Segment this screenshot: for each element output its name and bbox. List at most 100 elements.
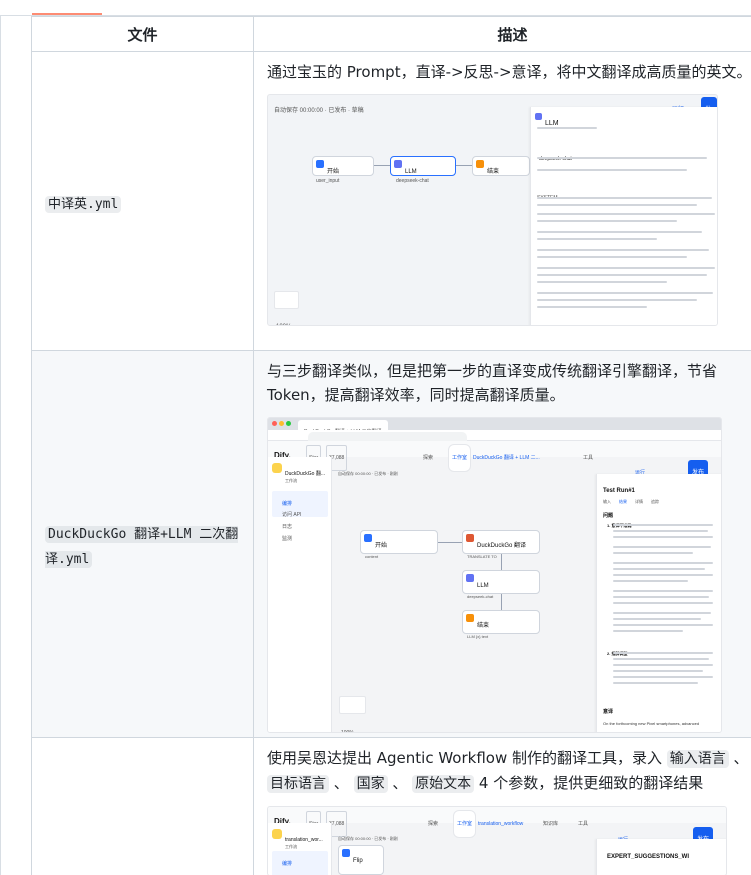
desc-text: 通过宝玉的 Prompt，直译->反思->意译，将中文翻译成高质量的英文。	[267, 63, 751, 81]
file-cell: 中译英.yml	[31, 51, 254, 351]
llm-icon	[466, 574, 474, 582]
nav-explore: 探索	[423, 455, 434, 461]
text-line	[613, 546, 711, 548]
tag-separator: 、	[733, 749, 749, 767]
end-node: 结束	[472, 156, 530, 176]
text-line	[613, 658, 709, 660]
workflow-screenshot: Dify. Star 37,088 探索 工作室 translation_wor…	[267, 806, 727, 875]
text-line	[537, 249, 709, 251]
tag-separator: 、	[333, 774, 349, 792]
ddg-node: DuckDuckGo 翻译 TRANSLATE TO	[462, 530, 540, 559]
result-item: 2. 措辞调整	[607, 651, 627, 656]
text-line	[537, 220, 677, 222]
browser-tabbar: DuckDuckGo 翻译 + LLM 二次翻译	[268, 418, 721, 444]
llm-icon	[394, 160, 402, 168]
edge	[374, 165, 390, 166]
minimap	[339, 696, 366, 714]
autosave-status: 自动保存 00:00:00 · 已发布 · 刚刚	[338, 471, 398, 476]
start-icon	[316, 160, 324, 168]
browser-urlbar: cloud.dify.ai/app/784a11fe-a030-43b6-8ad…	[268, 430, 721, 456]
table-row: DuckDuckGo 翻译+LLM 二次翻译.yml 与三步翻译类似，但是把第一…	[31, 350, 751, 738]
text-line	[537, 306, 647, 308]
nav-studio: 工作室	[453, 810, 477, 838]
nav-app: translation_workflow	[478, 821, 524, 827]
table-row: 使用吴恩达提出 Agentic Workflow 制作的翻译工具，录入 输入语言…	[31, 737, 751, 875]
param-tag: 原始文本	[412, 775, 475, 793]
text-line	[613, 530, 708, 532]
start-var: user_input	[316, 178, 340, 184]
start-icon	[364, 534, 372, 542]
param-tag: 国家	[353, 775, 388, 793]
desc-cell: 与三步翻译类似，但是把第一步的直译变成传统翻译引擎翻译，节省 Token，提高翻…	[253, 350, 751, 738]
end-icon	[466, 614, 474, 622]
end-icon	[476, 160, 484, 168]
start-var: content	[365, 554, 379, 559]
table-header-row: 文件 描述	[31, 16, 751, 52]
app-header: Dify. Star 37,088 探索 工作室 translation_wor…	[268, 807, 726, 838]
node-icon	[342, 849, 350, 857]
panel-title: EXPERT_SUGGESTIONS_WI	[607, 854, 690, 860]
desc-cell: 通过宝玉的 Prompt，直译->反思->意译，将中文翻译成高质量的英文。 自动…	[253, 51, 751, 351]
workflow-node: Flip	[338, 845, 384, 875]
text-line	[613, 618, 701, 620]
text-line	[537, 281, 667, 283]
text-line	[613, 630, 683, 632]
text-line	[613, 574, 713, 576]
app-icon	[272, 463, 282, 473]
app-header: Dify. Star 37,088 探索 工作室 DuckDuckGo 翻译 +…	[268, 441, 721, 472]
table-row: 中译英.yml 通过宝玉的 Prompt，直译->反思->意译，将中文翻译成高质…	[31, 51, 751, 351]
llm-config-panel: LLM deepseek-chat SYSTEM	[530, 107, 717, 325]
node-config-panel: EXPERT_SUGGESTIONS_WI	[596, 839, 726, 875]
text-line	[613, 670, 703, 672]
param-tag: 目标语言	[267, 775, 329, 793]
zoom-level: 100%	[341, 730, 354, 733]
nav-studio: 工作室	[448, 444, 472, 472]
test-run-panel: Test Run#1 输入 结果 详情 追踪 问题 1. 意译不准确	[596, 474, 721, 732]
edge	[438, 542, 462, 543]
file-name: 中译英.yml	[45, 195, 122, 213]
text-line	[613, 568, 705, 570]
node-title: Flip	[353, 858, 363, 864]
minimize-dot	[279, 421, 284, 426]
text-line	[613, 524, 713, 526]
minimap	[274, 291, 299, 309]
llm-model: deepseek-chat	[467, 594, 494, 599]
app-sidebar: translation_wor... 工作流 编排	[268, 823, 332, 875]
text-line	[537, 127, 597, 129]
text-line	[613, 562, 713, 564]
edge	[456, 165, 472, 166]
param-tag: 输入语言	[666, 750, 729, 768]
text-line	[613, 590, 713, 592]
text-line	[613, 652, 713, 654]
text-line	[613, 664, 713, 666]
text-line	[537, 213, 715, 215]
desc-part: 4 个参数，提供更细致的翻译结果	[474, 774, 704, 792]
close-dot	[272, 421, 277, 426]
app-sidebar: DuckDuckGo 翻... 工作流 编排 访问 API 日志 监测	[268, 457, 332, 732]
tab-detail: 详情	[635, 499, 643, 504]
text-line	[537, 274, 707, 276]
text-line	[613, 612, 711, 614]
llm-model: deepseek-chat	[396, 178, 429, 184]
text-line	[537, 169, 687, 171]
nav-tools: 工具	[583, 455, 594, 461]
llm-node: LLM deepseek-chat	[462, 570, 540, 599]
sidebar-item: 监测	[282, 536, 293, 542]
result-item: 1. 意译不准确	[607, 523, 631, 528]
panel-llm-icon	[535, 113, 542, 120]
workflow-screenshot: 自动保存 00:00:00 · 已发布 · 草稿 运行 发布 开始 user_i…	[267, 94, 718, 326]
text-line	[537, 157, 707, 159]
workflow-screenshot: DuckDuckGo 翻译 + LLM 二次翻译 cloud.dify.ai/a…	[267, 417, 722, 733]
edge	[501, 554, 502, 570]
workflow-table: 文件 描述 中译英.yml 通过宝玉的 Prompt，直译->反思->意译，将中…	[31, 16, 751, 875]
text-line	[613, 580, 688, 582]
text-line	[537, 292, 713, 294]
file-name: DuckDuckGo 翻译+LLM 二次翻译.yml	[45, 526, 239, 568]
sidebar-item: 编排	[272, 851, 328, 875]
text-line	[537, 238, 657, 240]
file-cell	[31, 737, 254, 875]
text-line	[537, 197, 712, 199]
nav-breadcrumb: DuckDuckGo 翻译 + LLM 二...	[473, 455, 540, 461]
text-line	[613, 676, 713, 678]
maximize-dot	[286, 421, 291, 426]
